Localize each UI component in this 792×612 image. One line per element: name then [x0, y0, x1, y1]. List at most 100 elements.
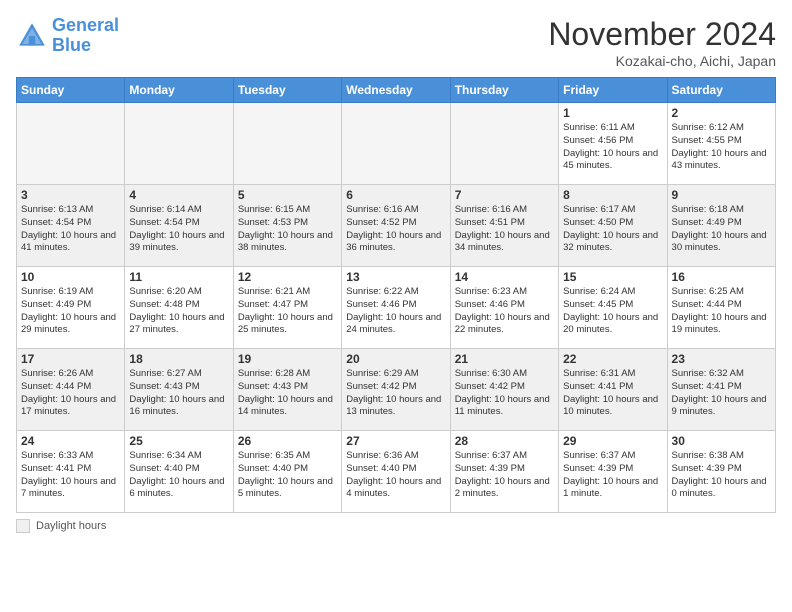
day-cell: 22 Sunrise: 6:31 AM Sunset: 4:41 PM Dayli…	[559, 349, 667, 431]
day-info: Sunrise: 6:30 AM Sunset: 4:42 PM Dayligh…	[455, 368, 554, 419]
day-info: Sunrise: 6:17 AM Sunset: 4:50 PM Dayligh…	[563, 204, 662, 255]
day-info: Sunrise: 6:14 AM Sunset: 4:54 PM Dayligh…	[129, 204, 228, 255]
logo: General Blue	[16, 16, 119, 56]
day-number: 2	[672, 106, 771, 120]
day-cell: 19Sunrise: 6:28 AM Sunset: 4:43 PM Dayli…	[233, 349, 341, 431]
day-number: 17	[21, 352, 120, 366]
day-cell: 23Sunrise: 6:32 AM Sunset: 4:41 PM Dayli…	[667, 349, 775, 431]
day-cell: 5 Sunrise: 6:15 AM Sunset: 4:53 PM Daylig…	[233, 185, 341, 267]
day-info: Sunrise: 6:35 AM Sunset: 4:40 PM Dayligh…	[238, 450, 337, 501]
day-number: 28	[455, 434, 554, 448]
col-friday: Friday	[559, 78, 667, 103]
day-info: Sunrise: 6:13 AM Sunset: 4:54 PM Dayligh…	[21, 204, 120, 255]
day-number: 27	[346, 434, 445, 448]
day-cell: 4 Sunrise: 6:14 AM Sunset: 4:54 PM Daylig…	[125, 185, 233, 267]
week-row-0: 1 Sunrise: 6:11 AM Sunset: 4:56 PM Daylig…	[17, 103, 776, 185]
day-info: Sunrise: 6:37 AM Sunset: 4:39 PM Dayligh…	[455, 450, 554, 501]
day-number: 21	[455, 352, 554, 366]
col-wednesday: Wednesday	[342, 78, 450, 103]
day-cell: 14Sunrise: 6:23 AM Sunset: 4:46 PM Dayli…	[450, 267, 558, 349]
day-info: Sunrise: 6:21 AM Sunset: 4:47 PM Dayligh…	[238, 286, 337, 337]
day-cell: 17 Sunrise: 6:26 AM Sunset: 4:44 PM Dayli…	[17, 349, 125, 431]
day-cell	[233, 103, 341, 185]
day-cell	[342, 103, 450, 185]
day-number: 25	[129, 434, 228, 448]
day-info: Sunrise: 6:32 AM Sunset: 4:41 PM Dayligh…	[672, 368, 771, 419]
day-info: Sunrise: 6:15 AM Sunset: 4:53 PM Dayligh…	[238, 204, 337, 255]
week-row-3: 17 Sunrise: 6:26 AM Sunset: 4:44 PM Dayli…	[17, 349, 776, 431]
day-info: Sunrise: 6:16 AM Sunset: 4:52 PM Dayligh…	[346, 204, 445, 255]
day-cell: 2 Sunrise: 6:12 AM Sunset: 4:55 PM Daylig…	[667, 103, 775, 185]
col-sunday: Sunday	[17, 78, 125, 103]
day-number: 3	[21, 188, 120, 202]
day-cell: 7 Sunrise: 6:16 AM Sunset: 4:51 PM Daylig…	[450, 185, 558, 267]
day-number: 5	[238, 188, 337, 202]
day-cell: 18 Sunrise: 6:27 AM Sunset: 4:43 PM Dayli…	[125, 349, 233, 431]
legend-label: Daylight hours	[36, 520, 106, 532]
day-number: 8	[563, 188, 662, 202]
day-cell	[17, 103, 125, 185]
day-info: Sunrise: 6:31 AM Sunset: 4:41 PM Dayligh…	[563, 368, 662, 419]
day-number: 10	[21, 270, 120, 284]
day-info: Sunrise: 6:18 AM Sunset: 4:49 PM Dayligh…	[672, 204, 771, 255]
calendar-header-row: Sunday Monday Tuesday Wednesday Thursday…	[17, 78, 776, 103]
day-cell: 27 Sunrise: 6:36 AM Sunset: 4:40 PM Dayli…	[342, 431, 450, 513]
day-cell: 11Sunrise: 6:20 AM Sunset: 4:48 PM Dayli…	[125, 267, 233, 349]
week-row-1: 3 Sunrise: 6:13 AM Sunset: 4:54 PM Daylig…	[17, 185, 776, 267]
day-cell: 13Sunrise: 6:22 AM Sunset: 4:46 PM Dayli…	[342, 267, 450, 349]
logo-line1: General	[52, 15, 119, 35]
day-info: Sunrise: 6:11 AM Sunset: 4:56 PM Dayligh…	[563, 122, 662, 173]
day-number: 6	[346, 188, 445, 202]
day-cell: 6 Sunrise: 6:16 AM Sunset: 4:52 PM Daylig…	[342, 185, 450, 267]
logo-text: General Blue	[52, 16, 119, 56]
day-info: Sunrise: 6:26 AM Sunset: 4:44 PM Dayligh…	[21, 368, 120, 419]
title-block: November 2024 Kozakai-cho, Aichi, Japan	[548, 16, 776, 69]
col-thursday: Thursday	[450, 78, 558, 103]
month-title: November 2024	[548, 16, 776, 53]
col-tuesday: Tuesday	[233, 78, 341, 103]
day-cell: 29Sunrise: 6:37 AM Sunset: 4:39 PM Dayli…	[559, 431, 667, 513]
day-cell: 8 Sunrise: 6:17 AM Sunset: 4:50 PM Daylig…	[559, 185, 667, 267]
day-info: Sunrise: 6:27 AM Sunset: 4:43 PM Dayligh…	[129, 368, 228, 419]
day-info: Sunrise: 6:29 AM Sunset: 4:42 PM Dayligh…	[346, 368, 445, 419]
day-number: 19	[238, 352, 337, 366]
day-info: Sunrise: 6:23 AM Sunset: 4:46 PM Dayligh…	[455, 286, 554, 337]
calendar-body: 1 Sunrise: 6:11 AM Sunset: 4:56 PM Daylig…	[17, 103, 776, 513]
day-cell: 28 Sunrise: 6:37 AM Sunset: 4:39 PM Dayli…	[450, 431, 558, 513]
col-monday: Monday	[125, 78, 233, 103]
day-cell: 25Sunrise: 6:34 AM Sunset: 4:40 PM Dayli…	[125, 431, 233, 513]
day-cell: 21 Sunrise: 6:30 AM Sunset: 4:42 PM Dayli…	[450, 349, 558, 431]
day-cell: 26 Sunrise: 6:35 AM Sunset: 4:40 PM Dayli…	[233, 431, 341, 513]
day-cell: 15Sunrise: 6:24 AM Sunset: 4:45 PM Dayli…	[559, 267, 667, 349]
day-info: Sunrise: 6:16 AM Sunset: 4:51 PM Dayligh…	[455, 204, 554, 255]
day-number: 4	[129, 188, 228, 202]
day-cell	[450, 103, 558, 185]
day-number: 20	[346, 352, 445, 366]
day-cell: 3 Sunrise: 6:13 AM Sunset: 4:54 PM Daylig…	[17, 185, 125, 267]
day-cell: 12Sunrise: 6:21 AM Sunset: 4:47 PM Dayli…	[233, 267, 341, 349]
legend: Daylight hours	[16, 519, 776, 533]
day-number: 16	[672, 270, 771, 284]
day-number: 7	[455, 188, 554, 202]
header: General Blue November 2024 Kozakai-cho, …	[16, 16, 776, 69]
calendar-table: Sunday Monday Tuesday Wednesday Thursday…	[16, 77, 776, 513]
logo-line2: Blue	[52, 35, 91, 55]
day-cell: 9Sunrise: 6:18 AM Sunset: 4:49 PM Daylig…	[667, 185, 775, 267]
day-number: 30	[672, 434, 771, 448]
day-number: 26	[238, 434, 337, 448]
day-number: 1	[563, 106, 662, 120]
page-container: General Blue November 2024 Kozakai-cho, …	[0, 0, 792, 541]
day-number: 22	[563, 352, 662, 366]
day-number: 18	[129, 352, 228, 366]
day-info: Sunrise: 6:25 AM Sunset: 4:44 PM Dayligh…	[672, 286, 771, 337]
day-cell: 30Sunrise: 6:38 AM Sunset: 4:39 PM Dayli…	[667, 431, 775, 513]
day-cell: 24Sunrise: 6:33 AM Sunset: 4:41 PM Dayli…	[17, 431, 125, 513]
week-row-2: 10Sunrise: 6:19 AM Sunset: 4:49 PM Dayli…	[17, 267, 776, 349]
day-info: Sunrise: 6:12 AM Sunset: 4:55 PM Dayligh…	[672, 122, 771, 173]
location-subtitle: Kozakai-cho, Aichi, Japan	[548, 53, 776, 69]
day-info: Sunrise: 6:36 AM Sunset: 4:40 PM Dayligh…	[346, 450, 445, 501]
week-row-4: 24Sunrise: 6:33 AM Sunset: 4:41 PM Dayli…	[17, 431, 776, 513]
day-info: Sunrise: 6:33 AM Sunset: 4:41 PM Dayligh…	[21, 450, 120, 501]
day-number: 15	[563, 270, 662, 284]
day-info: Sunrise: 6:37 AM Sunset: 4:39 PM Dayligh…	[563, 450, 662, 501]
